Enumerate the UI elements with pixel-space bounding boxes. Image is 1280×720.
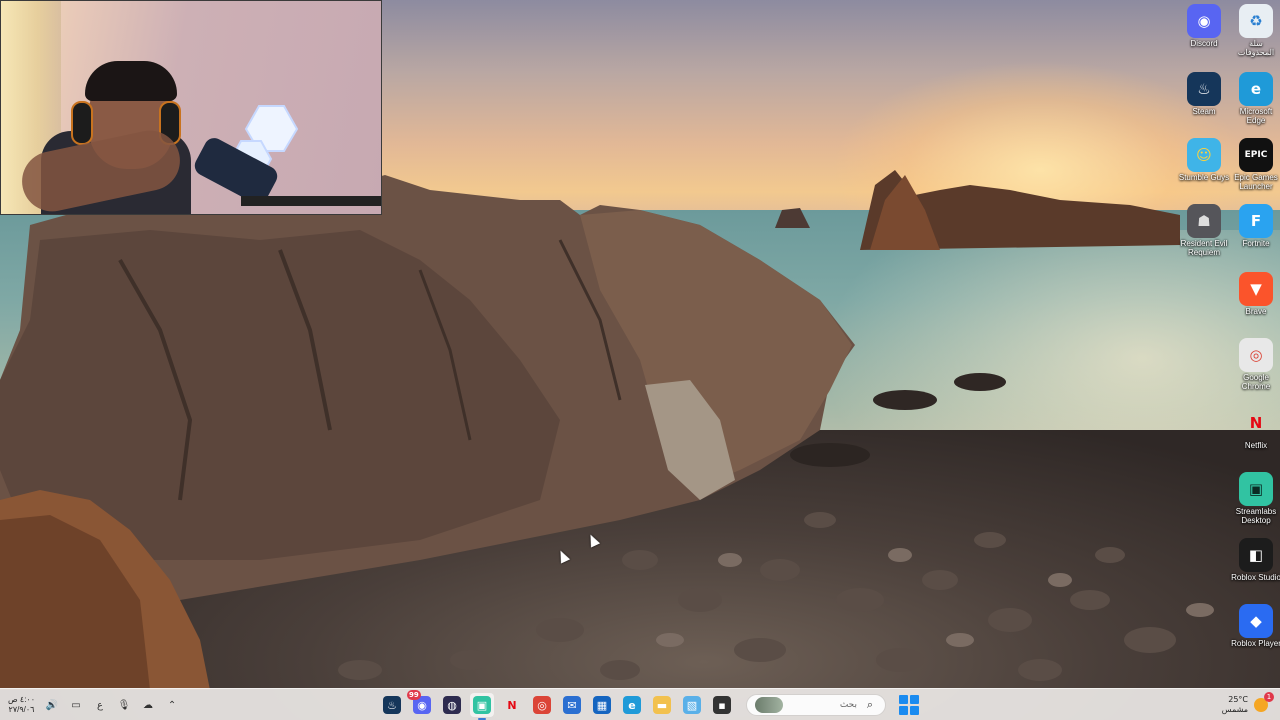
webcam-headphone-left — [71, 101, 93, 145]
weather-badge: 1 — [1264, 692, 1274, 702]
desktop-icon-discord[interactable]: ◉ Discord — [1178, 2, 1230, 48]
taskbar-app-chrome[interactable]: ◎ — [530, 693, 554, 717]
stumble-guys-icon: ☺ — [1187, 138, 1221, 172]
system-tray: ٤:٠٠ ص ٢٧/٩/٠٦ 🔊 ▭ ع 🎙 ☁ ⌃ — [8, 689, 179, 720]
desktop-icon-roblox-studio[interactable]: ◧ Roblox Studio — [1230, 536, 1280, 582]
desktop-icon-label: Netflix — [1244, 441, 1268, 450]
taskbar-app-obs[interactable]: ◍ — [440, 693, 464, 717]
streamlabs-icon: ▣ — [473, 696, 491, 714]
desktop-icon-netflix[interactable]: N Netflix — [1230, 404, 1280, 450]
photos-icon: ▧ — [683, 696, 701, 714]
store-icon: ▦ — [593, 696, 611, 714]
webcam-mic-arm — [241, 196, 381, 206]
discord-icon: ◉ — [1187, 4, 1221, 38]
weather-temp: 25°C — [1228, 695, 1248, 704]
taskbar-app-discord[interactable]: ◉ 99 — [407, 690, 434, 717]
windows-logo-icon — [910, 706, 919, 715]
network-icon[interactable]: ▭ — [69, 698, 83, 712]
taskbar-app-netflix[interactable]: N — [500, 693, 524, 717]
webcam-overlay — [0, 0, 382, 215]
desktop-icon-microsoft-edge[interactable]: e Microsoft Edge — [1230, 70, 1280, 125]
weather-text: 25°C مشمس — [1222, 695, 1248, 715]
clock-date: ٢٧/٩/٠٦ — [8, 705, 35, 714]
taskbar-app-file-explorer[interactable]: ▬ — [650, 693, 674, 717]
desktop-icon-label: Steam — [1192, 107, 1216, 116]
resident-evil-icon: ☗ — [1187, 204, 1221, 238]
desktop-icon-fortnite[interactable]: F Fortnite — [1230, 202, 1280, 248]
roblox-studio-icon: ◧ — [1239, 538, 1273, 572]
taskbar-app-photos[interactable]: ▧ — [680, 693, 704, 717]
desktop-icon-label: Google Chrome — [1241, 373, 1271, 391]
google-chrome-icon: ◎ — [1239, 338, 1273, 372]
microsoft-edge-icon: e — [1239, 72, 1273, 106]
desktop-icon-stumble-guys[interactable]: ☺ Stumble Guys — [1178, 136, 1230, 182]
weather-widget[interactable]: 25°C مشمس 1 — [1222, 691, 1274, 719]
mail-icon: ✉ — [563, 696, 581, 714]
recycle-bin-icon: ♻ — [1239, 4, 1273, 38]
desktop-icon-label: Microsoft Edge — [1239, 107, 1273, 125]
desktop-icon-steam[interactable]: ♨ Steam — [1178, 70, 1230, 116]
sun-icon: 1 — [1254, 692, 1274, 712]
desktop-icon-label: Stumble Guys — [1178, 173, 1230, 182]
taskbar-app-terminal[interactable]: ▪ — [710, 693, 734, 717]
desktop-icon-resident-evil[interactable]: ☗ Resident Evil Requiem — [1178, 202, 1230, 257]
windows-logo-icon — [899, 706, 908, 715]
netflix-icon: N — [1249, 414, 1263, 432]
desktop-icon-google-chrome[interactable]: ◎ Google Chrome — [1230, 336, 1280, 391]
edge-icon: e — [623, 696, 641, 714]
desktop-icon-area: ♻ سلة المحذوفات ◉ Discord e Microsoft Edge ♨ St… — [1178, 2, 1280, 686]
taskbar-app-edge[interactable]: e — [620, 693, 644, 717]
steam-icon: ♨ — [1187, 72, 1221, 106]
webcam-person-hair — [85, 61, 177, 101]
weather-desc: مشمس — [1221, 705, 1248, 714]
desktop-icon-label: Roblox Player — [1231, 639, 1280, 648]
desktop-icon-streamlabs-desktop[interactable]: ▣ Streamlabs Desktop — [1230, 470, 1280, 525]
fortnite-icon: F — [1239, 204, 1273, 238]
desktop-icon-label: Fortnite — [1242, 239, 1270, 248]
desktop-icon-brave[interactable]: ▼ Brave — [1230, 270, 1280, 316]
streamlabs-desktop-icon: ▣ — [1239, 472, 1273, 506]
language-indicator[interactable]: ع — [93, 698, 107, 712]
taskbar-app-streamlabs[interactable]: ▣ — [470, 693, 494, 720]
desktop-icon-label: Streamlabs Desktop — [1235, 507, 1277, 525]
desktop-icon-label: Discord — [1190, 39, 1218, 48]
desktop-icon-label: سلة المحذوفات — [1237, 39, 1275, 57]
netflix-icon: N — [507, 698, 517, 712]
obs-icon: ◍ — [443, 696, 461, 714]
onedrive-icon[interactable]: ☁ — [141, 698, 155, 712]
desktop-icon-label: Epic Games Launcher — [1234, 173, 1278, 191]
desktop-icon-label: Roblox Studio — [1231, 573, 1280, 582]
desktop-icon-roblox-player[interactable]: ◆ Roblox Player — [1230, 602, 1280, 648]
notification-badge: 99 — [407, 690, 421, 700]
microphone-icon[interactable]: 🎙 — [117, 698, 131, 712]
taskbar-search-box[interactable]: بحث ⌕ — [746, 694, 886, 716]
desktop-icon-label: Brave — [1245, 307, 1267, 316]
taskbar-app-store[interactable]: ▦ — [590, 693, 614, 717]
windows-logo-icon — [910, 695, 919, 704]
desktop-icon-recycle-bin[interactable]: ♻ سلة المحذوفات — [1230, 2, 1280, 57]
volume-icon[interactable]: 🔊 — [45, 698, 59, 712]
epic-games-launcher-icon: EPIC — [1239, 138, 1273, 172]
desktop-icon-label: Resident Evil Requiem — [1180, 239, 1228, 257]
search-icon: ⌕ — [866, 698, 874, 711]
taskbar-app-mail[interactable]: ✉ — [560, 693, 584, 717]
roblox-player-icon: ◆ — [1239, 604, 1273, 638]
steam-icon: ♨ — [383, 696, 401, 714]
brave-icon: ▼ — [1239, 272, 1273, 306]
taskbar-apps: ♨ ◉ 99 ◍ ▣ N ◎ ✉ ▦ e ▬ ▧ ▪ بحث ⌕ — [380, 689, 920, 720]
search-placeholder: بحث — [839, 700, 857, 710]
taskbar: ٤:٠٠ ص ٢٧/٩/٠٦ 🔊 ▭ ع 🎙 ☁ ⌃ ♨ ◉ 99 ◍ ▣ N ◎ ✉ ▦ e ▬ ▧… — [0, 688, 1280, 720]
clock-time: ٤:٠٠ ص — [8, 695, 36, 704]
file-explorer-icon: ▬ — [653, 696, 671, 714]
windows-logo-icon — [899, 695, 908, 704]
desktop-icon-epic-games-launcher[interactable]: EPIC Epic Games Launcher — [1230, 136, 1280, 191]
taskbar-app-steam[interactable]: ♨ — [380, 693, 404, 717]
terminal-icon: ▪ — [713, 696, 731, 714]
chevron-up-icon[interactable]: ⌃ — [165, 698, 179, 712]
search-highlight-image — [755, 697, 783, 713]
clock[interactable]: ٤:٠٠ ص ٢٧/٩/٠٦ — [8, 695, 35, 715]
start-button[interactable] — [898, 694, 920, 716]
chrome-icon: ◎ — [533, 696, 551, 714]
